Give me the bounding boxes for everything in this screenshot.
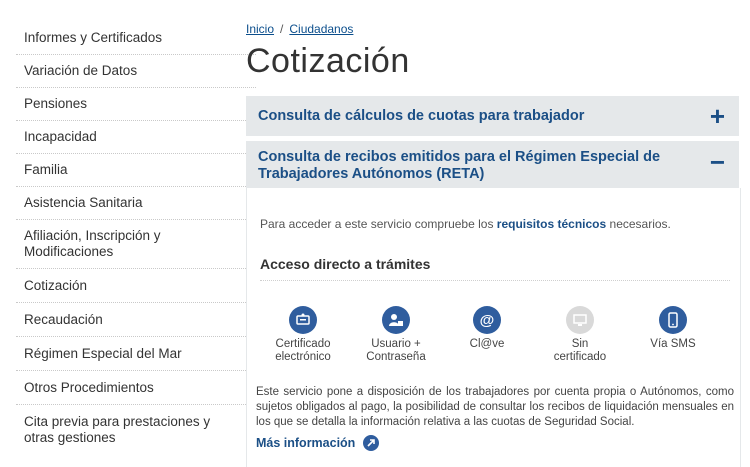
method-label-line1: Certificado [275, 338, 331, 350]
accordion-cuotas-title: Consulta de cálculos de cuotas para trab… [258, 108, 585, 124]
sidebar-item-informes[interactable]: Informes y Certificados [16, 22, 256, 55]
sidebar-item-label: Otros Procedimientos [24, 379, 154, 395]
sidebar-item-otros[interactable]: Otros Procedimientos [16, 371, 256, 405]
more-info-label: Más información [256, 436, 356, 450]
arrow-up-right-icon [363, 435, 380, 451]
section-title: Acceso directo a trámites [260, 256, 431, 272]
sidebar-item-familia[interactable]: Familia [16, 154, 256, 187]
requirements-text: Para acceder a este servicio compruebe l… [260, 217, 671, 231]
sidebar-item-variacion[interactable]: Variación de Datos [16, 55, 256, 88]
more-info-link[interactable]: Más información [256, 435, 380, 451]
breadcrumb: Inicio / Ciudadanos [246, 22, 353, 36]
mobile-icon [659, 306, 687, 334]
accordion-reta-title: Consulta de recibos emitidos para el Rég… [258, 149, 661, 182]
breadcrumb-separator: / [280, 22, 284, 36]
at-icon: @ [473, 306, 501, 334]
plus-icon: + [709, 101, 725, 131]
section-divider [260, 280, 730, 281]
method-label-line2: certificado [553, 351, 607, 363]
sidebar-nav: Informes y Certificados Variación de Dat… [16, 22, 256, 455]
breadcrumb-ciudadanos-link[interactable]: Ciudadanos [289, 22, 353, 36]
method-usuario-button[interactable]: Usuario + Contraseña [356, 306, 436, 364]
sidebar-item-label: Recaudación [24, 311, 103, 327]
method-label-line1: Vía SMS [650, 338, 696, 350]
sidebar-item-label: Informes y Certificados [24, 30, 163, 45]
sidebar-item-regimen-mar[interactable]: Régimen Especial del Mar [16, 337, 256, 371]
sidebar-item-recaudacion[interactable]: Recaudación [16, 303, 256, 337]
accordion-reta-body: Para acceder a este servicio compruebe l… [246, 188, 741, 467]
method-label-line1: Usuario + [371, 338, 421, 350]
method-label-line1: Cl@ve [469, 338, 505, 350]
sidebar-item-label: Cita previa para prestaciones y otras ge… [24, 414, 211, 445]
sidebar-item-label: Variación de Datos [24, 63, 138, 78]
method-label-line2: electrónico [275, 351, 331, 363]
sidebar-item-label: Afiliación, Inscripción y Modificaciones [24, 228, 161, 259]
sidebar-item-label: Pensiones [24, 96, 88, 111]
minus-icon: − [709, 147, 725, 177]
sidebar-item-pensiones[interactable]: Pensiones [16, 88, 256, 121]
sidebar-item-label: Cotización [24, 277, 88, 293]
method-certificado-button[interactable]: Certificado electrónico [263, 306, 343, 364]
service-description: Este servicio pone a disposición de los … [256, 386, 734, 428]
requirements-prefix: Para acceder a este servicio compruebe l… [260, 217, 494, 231]
method-label-line1: Sin [571, 338, 589, 350]
sidebar-item-label: Asistencia Sanitaria [24, 195, 143, 210]
sidebar-item-label: Régimen Especial del Mar [24, 345, 182, 361]
sidebar-item-afiliacion[interactable]: Afiliación, Inscripción y Modificaciones [16, 220, 256, 269]
sidebar-item-cita-previa[interactable]: Cita previa para prestaciones y otras ge… [16, 405, 256, 455]
accordion-cuotas-header[interactable]: Consulta de cálculos de cuotas para trab… [246, 96, 739, 136]
sidebar-item-label: Incapacidad [24, 129, 97, 144]
sidebar-item-incapacidad[interactable]: Incapacidad [16, 121, 256, 154]
method-sms-button[interactable]: Vía SMS [633, 306, 713, 351]
certificate-icon [289, 306, 317, 334]
breadcrumb-home-link[interactable]: Inicio [246, 22, 274, 36]
method-label-line2: Contraseña [366, 351, 426, 363]
page-title: Cotización [246, 42, 410, 80]
sidebar-item-asistencia[interactable]: Asistencia Sanitaria [16, 187, 256, 220]
sidebar-item-label: Familia [24, 162, 68, 177]
requirements-suffix: necesarios. [609, 217, 671, 231]
sidebar-item-cotizacion[interactable]: Cotización [16, 269, 256, 303]
requirements-link[interactable]: requisitos técnicos [497, 217, 606, 231]
monitor-icon [566, 306, 594, 334]
user-lock-icon [382, 306, 410, 334]
method-clave-button[interactable]: @ Cl@ve [447, 306, 527, 351]
method-sin-certificado-button[interactable]: Sin certificado [540, 306, 620, 364]
accordion-reta-header[interactable]: Consulta de recibos emitidos para el Rég… [246, 141, 739, 188]
